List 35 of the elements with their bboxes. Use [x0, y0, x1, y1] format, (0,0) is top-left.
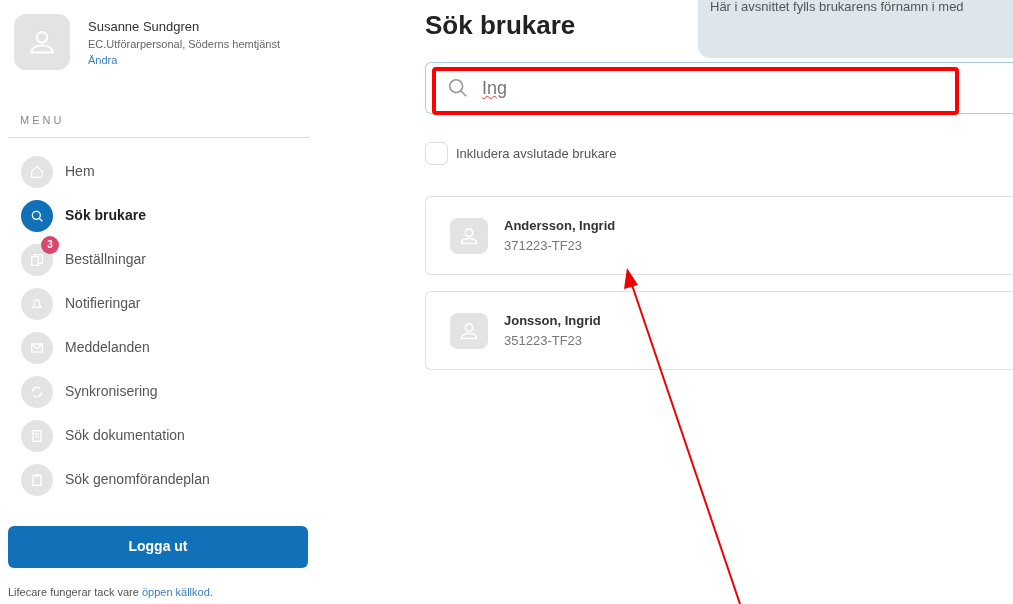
result-card[interactable]: Jonsson, Ingrid 351223-TF23 [425, 291, 1013, 370]
user-name: Susanne Sundgren [88, 18, 201, 36]
checkbox-label: Inkludera avslutade brukare [456, 144, 617, 163]
user-role: EC.Utförarpersonal, Söderns hemtjänst [88, 37, 280, 52]
source-link[interactable]: öppen källkod [141, 585, 210, 598]
menu-item[interactable]: Sök genomförandeplan [65, 469, 210, 490]
footer-text: Lifecare fungerar tack vare öppen källkod. [8, 584, 214, 600]
tooltip: Här i avsnittet fylls brukarens förnamn i med [698, 0, 1013, 58]
page-title: Sök brukare [425, 9, 576, 42]
avatar-icon [450, 217, 488, 254]
logout-button[interactable]: Logga ut [8, 525, 308, 568]
document-icon [29, 427, 45, 444]
avatar-icon [450, 312, 488, 349]
menu-item[interactable]: Beställningar [65, 249, 146, 270]
client-id: 351223-TF23 [504, 331, 584, 350]
menu-item[interactable]: Hem [65, 161, 95, 182]
search-icon [447, 77, 469, 99]
search-field[interactable]: Ing [425, 62, 1013, 114]
change-link[interactable]: Ändra [88, 52, 118, 68]
menu-item[interactable]: Sök brukare [65, 205, 146, 226]
clipboard-icon [29, 471, 45, 488]
count-badge: 3 [41, 235, 59, 254]
client-name: Andersson, Ingrid [504, 217, 616, 235]
avatar-icon [14, 14, 70, 70]
checkbox[interactable] [425, 142, 448, 165]
result-card[interactable]: Andersson, Ingrid 371223-TF23 [425, 196, 1013, 275]
menu-heading: MENU [20, 113, 66, 128]
menu-item[interactable]: Sök dokumentation [65, 425, 185, 446]
menu-item[interactable]: Synkronisering [65, 381, 158, 402]
menu-item[interactable]: Notifieringar [65, 293, 141, 314]
client-name: Jonsson, Ingrid [504, 312, 601, 330]
menu-item[interactable]: Meddelanden [65, 337, 150, 358]
documents-icon [29, 251, 45, 268]
client-id: 371223-TF23 [504, 236, 584, 255]
home-icon [29, 163, 45, 180]
